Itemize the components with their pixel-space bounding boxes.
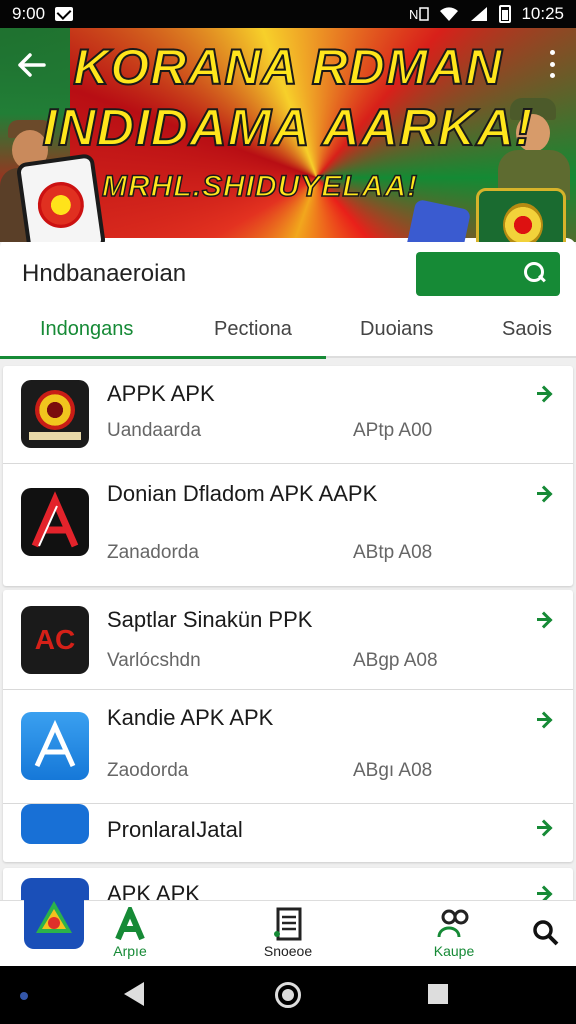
overflow-menu-icon[interactable]	[548, 50, 556, 78]
signal-icon	[471, 7, 488, 21]
list-item[interactable]: Kandie APK APK Zaodorda ABgı A08	[3, 690, 573, 804]
arrow-right-icon[interactable]	[537, 612, 553, 628]
tab-bar: Indongans Pectiona Duoians Saois	[0, 306, 576, 358]
status-left: 9:00	[12, 4, 74, 24]
item-title: Kandie APK APK	[107, 705, 274, 730]
list-item[interactable]: Donian Dfladom APK AAPK Zanadorda ABtp A…	[3, 464, 573, 586]
document-icon	[274, 907, 302, 941]
system-back-icon[interactable]	[124, 982, 144, 1006]
app-store-a-icon	[21, 712, 89, 780]
nav-label-apps: Arpıe	[113, 943, 147, 959]
apps-a-icon	[115, 907, 145, 941]
tab-duoians[interactable]: Duoians	[360, 318, 433, 341]
search-icon	[533, 920, 559, 946]
banner-title-line2: INDIDAMA AARKA!	[42, 98, 534, 158]
item-meta: ABgp A08	[353, 650, 438, 671]
arrow-right-icon[interactable]	[537, 486, 553, 502]
tab-pectiona[interactable]: Pectiona	[214, 318, 292, 341]
item-subtitle: Zanadorda	[107, 542, 199, 563]
content-area: Hndbanaeroian Indongans Pectiona Duoians…	[0, 238, 576, 908]
item-subtitle: Uandaarda	[107, 420, 202, 441]
arrow-right-icon[interactable]	[537, 386, 553, 402]
tab-indongans[interactable]: Indongans	[40, 318, 133, 341]
item-title: PronlaraIJatal	[107, 817, 243, 842]
app-ac-icon: AC	[21, 606, 89, 674]
arrow-right-icon[interactable]	[537, 712, 553, 728]
list-item[interactable]: AC Saptlar Sinakün PPK Varlócshdn ABgp A…	[3, 590, 573, 690]
search-button[interactable]	[416, 252, 560, 296]
nav-label-people: Kaupe	[433, 943, 475, 959]
svg-text:N: N	[409, 7, 418, 22]
banner-emblem	[476, 188, 566, 242]
app-emblem-icon	[21, 380, 89, 448]
item-subtitle: Zaodorda	[107, 760, 189, 781]
banner-subtitle: MRHL.SHIDUYELAA!	[101, 169, 418, 204]
promo-banner: KORANA RDMAN INDIDAMA AARKA! MRHL.SHIDUY…	[0, 28, 576, 242]
search-label: Hndbanaeroian	[22, 260, 187, 287]
tab-saois[interactable]: Saois	[502, 318, 552, 341]
app-badge-icon	[21, 804, 89, 844]
item-title: Saptlar Sinakün PPK	[107, 607, 313, 632]
list-item[interactable]: PronlaraIJatal	[3, 804, 573, 862]
people-icon	[437, 909, 469, 938]
nfc-icon: N	[409, 7, 430, 22]
bottom-navigation: Arpıe Snoeoe Kaupe	[0, 889, 576, 967]
item-subtitle: Varlócshdn	[107, 650, 201, 671]
item-meta: ABgı A08	[353, 760, 433, 781]
wifi-icon	[440, 7, 459, 21]
status-time-left: 9:00	[12, 4, 46, 23]
back-arrow-icon[interactable]	[14, 48, 48, 82]
list-item[interactable]: APPK APK Uandaarda APtp A00	[3, 366, 573, 464]
item-meta: ABtp A08	[353, 542, 433, 563]
system-home-icon[interactable]	[275, 982, 301, 1008]
tab-active-indicator	[0, 356, 326, 359]
featured-app-icon	[24, 889, 84, 949]
item-title: APPK APK	[107, 381, 215, 406]
search-area: Hndbanaeroian Indongans Pectiona Duoians…	[0, 238, 576, 359]
app-letter-a-icon	[21, 488, 89, 556]
nav-item-news[interactable]: Snoeoe	[248, 901, 328, 967]
app-list-card: APPK APK Uandaarda APtp A00 Donian Dflad…	[3, 366, 573, 586]
banner-title-line1: KORANA RDMAN	[72, 38, 503, 96]
system-navigation-bar	[0, 966, 576, 1024]
battery-icon	[499, 5, 512, 23]
item-title: Donian Dfladom APK AAPK	[107, 481, 378, 506]
search-icon	[524, 262, 546, 284]
banner-gadget-illustration	[404, 198, 472, 242]
assistant-dot-icon	[20, 992, 28, 1000]
app-list-card: AC Saptlar Sinakün PPK Varlócshdn ABgp A…	[3, 590, 573, 862]
nav-app-icon[interactable]	[16, 889, 92, 967]
nav-label-news: Snoeoe	[263, 943, 313, 959]
status-right: N 10:25	[409, 4, 564, 24]
system-recents-icon[interactable]	[428, 984, 448, 1004]
status-time-right: 10:25	[521, 4, 564, 23]
nav-item-apps[interactable]: Arpıe	[92, 901, 168, 967]
item-meta: APtp A00	[353, 420, 433, 441]
arrow-right-icon[interactable]	[537, 820, 553, 836]
nav-search[interactable]	[524, 901, 568, 967]
status-bar: 9:00 N 10:25	[0, 0, 576, 28]
mail-icon	[55, 7, 74, 21]
nav-item-people[interactable]: Kaupe	[414, 901, 494, 967]
